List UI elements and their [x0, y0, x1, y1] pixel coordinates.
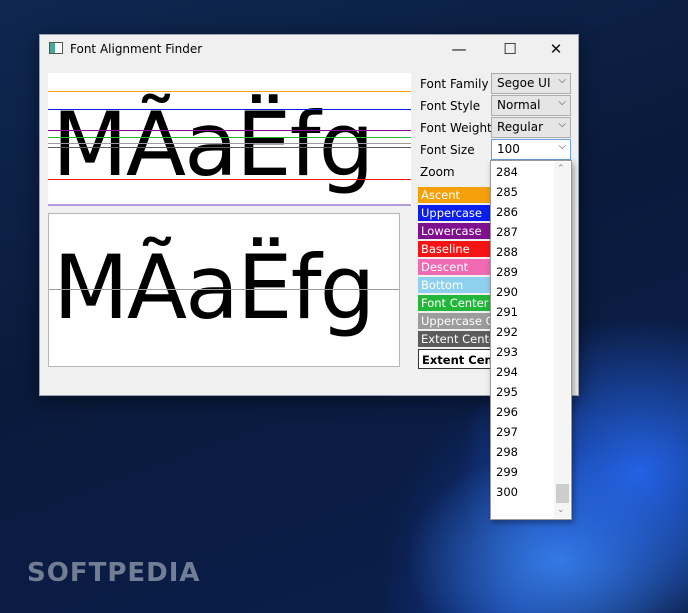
baseline-line — [48, 179, 411, 180]
dropdown-option[interactable]: 293 — [496, 345, 518, 359]
lowercase-line — [48, 130, 411, 131]
window-title: Font Alignment Finder — [70, 42, 203, 56]
scroll-up-icon[interactable]: ⌃ — [557, 164, 565, 174]
scroll-down-icon[interactable]: ⌄ — [557, 505, 565, 515]
dropdown-option[interactable]: 287 — [496, 225, 518, 239]
font-weight-combo[interactable]: Regular ⌵ — [491, 117, 571, 138]
close-button[interactable]: ✕ — [533, 35, 579, 63]
font-family-combo[interactable]: Segoe UI ⌵ — [491, 73, 571, 94]
scrollbar-thumb[interactable] — [556, 484, 569, 503]
dropdown-option[interactable]: 295 — [496, 385, 518, 399]
minimize-button[interactable]: — — [436, 35, 482, 63]
font-weight-value: Regular — [497, 120, 544, 134]
dropdown-option[interactable]: 285 — [496, 185, 518, 199]
zoom-label: Zoom — [420, 165, 455, 179]
chevron-down-icon: ⌵ — [558, 97, 566, 108]
chevron-down-icon: ⌵ — [558, 119, 566, 130]
font-family-label: Font Family — [420, 77, 489, 91]
font-size-dropdown[interactable]: 284 285 286 287 288 289 290 291 292 293 294 295 296 2… — [490, 160, 572, 520]
chevron-down-icon: ⌵ — [558, 75, 566, 86]
legend-extent-center: Extent Center — [418, 331, 498, 347]
maximize-button[interactable]: ☐ — [487, 35, 533, 63]
font-center-line — [48, 137, 411, 138]
font-family-value: Segoe UI — [497, 76, 551, 90]
sample-text-bottom: MÃaËfg — [53, 236, 375, 339]
title-bar[interactable]: Font Alignment Finder — ☐ ✕ — [40, 35, 578, 63]
legend-baseline: Baseline — [418, 241, 498, 257]
legend-uppercase-center: Uppercase Center — [418, 313, 498, 329]
center-preview: MÃaËfg — [48, 213, 400, 367]
ascent-line — [48, 91, 411, 92]
dropdown-option[interactable]: 291 — [496, 305, 518, 319]
font-style-label: Font Style — [420, 99, 481, 113]
legend-ascent: Ascent — [418, 187, 498, 203]
dropdown-option[interactable]: 300 — [496, 485, 518, 499]
dropdown-option[interactable]: 289 — [496, 265, 518, 279]
dropdown-option[interactable]: 294 — [496, 365, 518, 379]
dropdown-option[interactable]: 284 — [496, 165, 518, 179]
dropdown-scrollbar[interactable]: ⌃ ⌄ — [554, 162, 570, 518]
dropdown-option[interactable]: 292 — [496, 325, 518, 339]
font-style-value: Normal — [497, 98, 541, 112]
dropdown-option[interactable]: 288 — [496, 245, 518, 259]
bottom-line — [48, 204, 411, 206]
dropdown-option[interactable]: 298 — [496, 445, 518, 459]
legend-font-center: Font Center — [418, 295, 498, 311]
font-size-label: Font Size — [420, 143, 475, 157]
extent-center-line — [48, 147, 411, 148]
dropdown-option[interactable]: 290 — [496, 285, 518, 299]
dropdown-option[interactable]: 296 — [496, 405, 518, 419]
font-size-value: 100 — [497, 142, 520, 156]
font-size-combo[interactable]: 100 ⌵ — [491, 139, 571, 160]
alignment-preview: MÃaËfg — [48, 73, 411, 205]
legend-lowercase: Lowercase — [418, 223, 498, 239]
legend-extent-center-selected: Extent Center — [418, 349, 498, 369]
chevron-down-icon: ⌵ — [558, 141, 566, 152]
legend-uppercase: Uppercase — [418, 205, 498, 221]
dropdown-option[interactable]: 297 — [496, 425, 518, 439]
watermark: SOFTPEDIA — [27, 558, 201, 588]
font-style-combo[interactable]: Normal ⌵ — [491, 95, 571, 116]
dropdown-option[interactable]: 299 — [496, 465, 518, 479]
uppercase-line — [48, 109, 411, 110]
app-icon — [49, 42, 63, 54]
legend-descent: Descent — [418, 259, 498, 275]
font-weight-label: Font Weight — [420, 121, 492, 135]
uppercase-center-line — [48, 143, 411, 144]
sample-text-top: MÃaËfg — [52, 93, 374, 196]
center-line — [49, 289, 399, 290]
legend-bottom: Bottom — [418, 277, 498, 293]
dropdown-option[interactable]: 286 — [496, 205, 518, 219]
